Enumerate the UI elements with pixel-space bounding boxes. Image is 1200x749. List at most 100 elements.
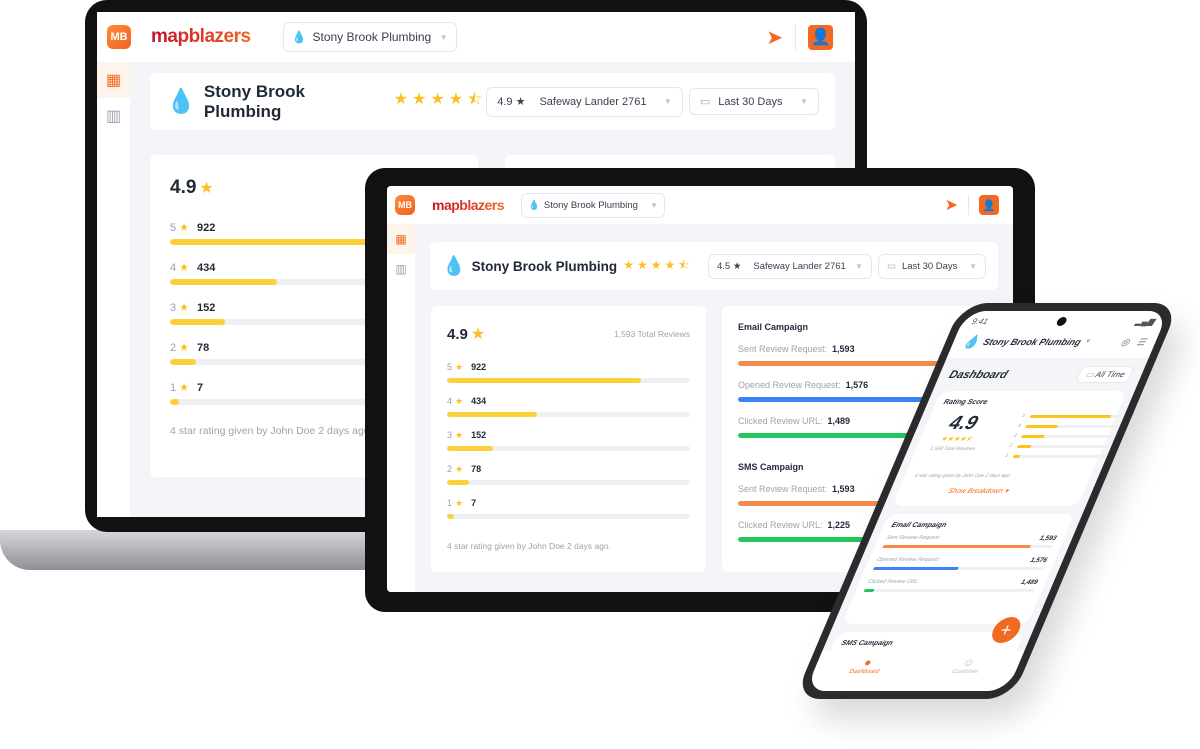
date-range-selector[interactable]: ▭ Last 30 Days ▼: [688, 88, 819, 115]
metric-bar-fill: [863, 589, 875, 592]
chevron-down-icon: ▼: [1083, 339, 1092, 345]
calendar-icon: ▭: [699, 96, 711, 108]
date-range-label: All Time: [1093, 370, 1127, 379]
campaign-row-label: Sent Review Request 1,593: [885, 535, 1058, 542]
business-name: Stony Brook Plumbing: [203, 81, 305, 121]
dashboard-icon[interactable]: ▦: [387, 224, 415, 254]
star-icon: ★: [179, 262, 189, 274]
metric-bar-fill: [872, 567, 959, 570]
rating-row: 1: [1003, 451, 1107, 461]
metric-bar-track: [863, 589, 1035, 592]
user-icon[interactable]: 👤: [808, 24, 833, 50]
mapblazers-logo[interactable]: mapblazers: [432, 197, 505, 213]
water-drop-logo-icon: 💧: [528, 199, 540, 211]
rating-bar-fill: [170, 319, 225, 325]
business-selector-label: Stony Brook Plumbing: [312, 30, 432, 44]
metric-label: Clicked Review URL:: [866, 579, 921, 585]
rating-row-label: 5 ★ 922: [447, 362, 690, 373]
nav-label: Dashboard: [847, 669, 880, 675]
menu-icon[interactable]: ☰: [1135, 337, 1148, 348]
nav-customer[interactable]: ☺ Customer: [906, 651, 1024, 691]
rating-bar-fill: [447, 378, 642, 383]
star-level: 2: [170, 342, 177, 354]
rating-count: 78: [197, 342, 210, 354]
bottom-nav: ● Dashboard ☺ Customer: [805, 651, 1025, 691]
rating-bar-track: [1016, 444, 1110, 448]
building-icon[interactable]: ▥: [106, 98, 121, 134]
user-icon[interactable]: 👤: [979, 195, 999, 215]
dashboard-icon[interactable]: ▦: [97, 62, 130, 98]
camera: [1055, 317, 1069, 326]
star-icon: ★: [455, 464, 464, 474]
rating-row: 2 ★ 78: [447, 464, 690, 485]
water-drop-logo-icon: 💧: [166, 88, 196, 115]
rating-score-card: Rating Score 4.9 ★★★★⯪ 1,593 Total Revie…: [891, 391, 1127, 506]
rating-bar-track: [1012, 454, 1106, 458]
location-selector[interactable]: 4.9 ★ Safeway Lander 2761 ▼: [486, 86, 683, 117]
tablet-header: MB mapblazers 💧 Stony Brook Plumbing ▼ ➤ …: [387, 186, 1013, 224]
location-name: Safeway Lander 2761: [539, 95, 647, 108]
phone-header: 9:41 ▂▄▆ 💧 Stony Brook Plumbing ▼ ◎ ☰: [946, 311, 1169, 358]
campaign-row: Sent Review Request 1,593: [882, 535, 1058, 548]
campaign-row: Opened Review Request: 1,576: [872, 557, 1048, 570]
metric-bar-track: [882, 545, 1054, 548]
metric-value: 1,489: [1019, 579, 1039, 586]
show-breakdown-link[interactable]: Show Breakdown ▾: [947, 487, 1010, 495]
rating-bar-track: [447, 446, 690, 451]
rating-value: 4.9: [447, 325, 468, 343]
rating-row-label: 1 ★ 7: [447, 498, 690, 509]
metric-value: 1,225: [827, 520, 851, 530]
date-range-selector[interactable]: ▭ All Time: [1075, 366, 1136, 383]
rating-bar-fill: [447, 412, 537, 417]
metric-label: Opened Review Request:: [875, 557, 941, 563]
rating-value: 4.9: [170, 177, 197, 198]
star-icon: ★: [455, 396, 464, 406]
date-range-label: Last 30 Days: [718, 95, 783, 108]
star-level: 1: [170, 382, 177, 394]
user-icon: ☺: [960, 657, 977, 669]
star-icon: ★: [199, 180, 214, 197]
total-reviews: 1,593 Total Reviews: [614, 329, 690, 339]
nav-label: Customer: [950, 669, 980, 675]
mb-badge[interactable]: MB: [107, 25, 131, 49]
compass-icon[interactable]: ◎: [1119, 337, 1132, 348]
divider: [795, 24, 796, 50]
rating-count: 78: [471, 464, 482, 474]
mb-badge[interactable]: MB: [395, 195, 415, 215]
star-level: 3: [170, 302, 177, 314]
star-icon: ★: [455, 430, 464, 440]
building-icon[interactable]: ▥: [395, 254, 406, 284]
rating-bar-fill: [1029, 414, 1112, 418]
rating-row: 2: [1007, 441, 1111, 451]
location-name: Safeway Lander 2761: [753, 260, 846, 272]
metric-value: 1,489: [827, 416, 851, 426]
rating-row: 4: [1016, 421, 1120, 431]
rating-bar-fill: [1012, 454, 1022, 458]
rating-count: 152: [471, 430, 487, 440]
business-selector[interactable]: 💧 Stony Brook Plumbing ▼: [521, 192, 666, 218]
business-selector[interactable]: 💧 Stony Brook Plumbing ▼: [282, 22, 457, 52]
rating-count: 152: [197, 302, 216, 314]
rating-bar-fill: [1020, 434, 1046, 438]
rating-row: 4 ★ 434: [447, 396, 690, 417]
metric-value: 1,593: [832, 344, 855, 354]
business-selector[interactable]: Stony Brook Plumbing: [982, 337, 1083, 347]
mapblazers-logo[interactable]: mapblazers: [151, 26, 251, 48]
location-selector[interactable]: 4.5 ★ Safeway Lander 2761 ▼: [708, 253, 872, 279]
chevron-down-icon: ▼: [650, 200, 659, 210]
paper-plane-icon[interactable]: ➤: [945, 195, 958, 215]
date-range-selector[interactable]: ▭ Last 30 Days ▼: [878, 253, 986, 279]
nav-dashboard[interactable]: ● Dashboard: [805, 651, 923, 691]
total-reviews: 1,593 Total Reviews: [928, 446, 977, 452]
water-drop-logo-icon: 💧: [291, 30, 307, 44]
star-level: 2: [447, 464, 453, 474]
metric-label: Sent Review Request:: [738, 484, 828, 494]
business-name: Stony Brook Plumbing: [471, 258, 618, 274]
rating-row: 5: [1020, 411, 1124, 421]
campaign-row-label: Clicked Review URL: 1,489: [866, 579, 1039, 586]
star-level: 4: [170, 262, 177, 274]
paper-plane-icon[interactable]: ➤: [766, 25, 783, 50]
water-drop-logo-icon: 💧: [442, 256, 466, 277]
metric-value: 1,576: [845, 380, 869, 390]
chevron-down-icon: ▼: [969, 261, 977, 271]
